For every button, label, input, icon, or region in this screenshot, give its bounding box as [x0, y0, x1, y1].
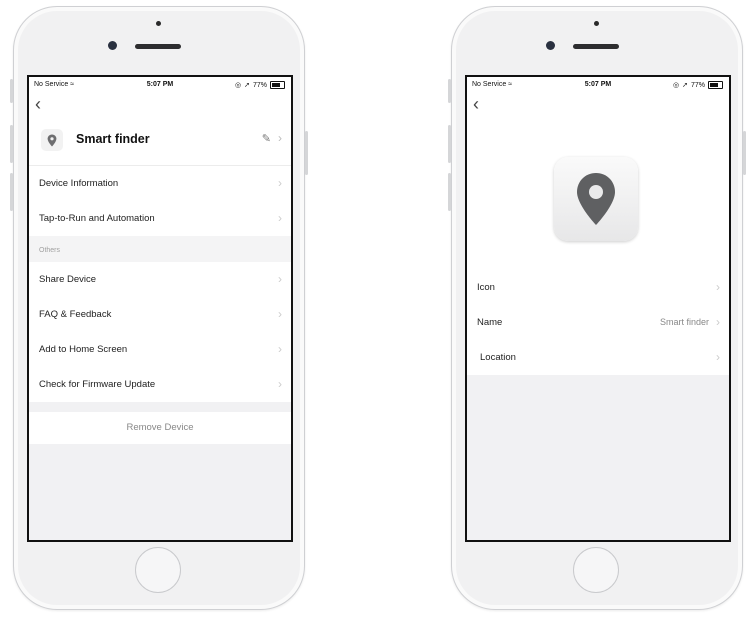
nav-bar: ‹ [29, 93, 291, 115]
earpiece-speaker [135, 44, 181, 49]
front-camera [546, 41, 555, 50]
list-item-label: FAQ & Feedback [39, 309, 112, 320]
battery-percent: 77% [252, 81, 267, 89]
screen-left: No Service ≈ 5:07 PM ◎ ➚ 77% ‹ Smart fin… [27, 75, 293, 542]
device-name-value: Smart finder [659, 317, 709, 327]
device-icon-area [467, 115, 729, 270]
chevron-right-icon: › [278, 272, 282, 286]
chevron-right-icon: › [278, 176, 282, 190]
list-item-label: Location [480, 352, 516, 363]
proximity-sensor [156, 21, 161, 26]
chevron-right-icon: › [278, 342, 282, 356]
home-button[interactable] [135, 547, 181, 593]
nav-bar: ‹ [467, 93, 729, 115]
list-item-firmware-update[interactable]: Check for Firmware Update › [29, 367, 291, 402]
status-bar: No Service ≈ 5:07 PM ◎ ➚ 77% [29, 77, 291, 93]
phone-right: No Service ≈ 5:07 PM ◎ ➚ 77% ‹ Icon › Na… [448, 6, 746, 610]
chevron-right-icon: › [278, 131, 282, 145]
battery-icon [708, 81, 723, 89]
list-item-faq-feedback[interactable]: FAQ & Feedback › [29, 297, 291, 332]
list-item-device-information[interactable]: Device Information › [29, 166, 291, 201]
power-button [743, 131, 746, 175]
chevron-right-icon: › [716, 315, 720, 329]
location-arrow-icon: ➚ [244, 82, 250, 89]
proximity-sensor [594, 21, 599, 26]
lock-rotation-icon: ◎ [235, 82, 242, 89]
device-name: Smart finder [76, 132, 150, 146]
list-item-share-device[interactable]: Share Device › [29, 262, 291, 297]
location-arrow-icon: ➚ [682, 82, 688, 89]
battery-percent: 77% [690, 81, 705, 89]
device-header[interactable]: Smart finder ✎ › [29, 115, 291, 166]
chevron-right-icon: › [716, 350, 720, 364]
list-item-add-to-home-screen[interactable]: Add to Home Screen › [29, 332, 291, 367]
chevron-right-icon: › [716, 280, 720, 294]
back-arrow-icon[interactable]: ‹ [473, 93, 479, 115]
lock-rotation-icon: ◎ [673, 82, 680, 89]
list-item-label: Add to Home Screen [39, 344, 128, 355]
list-item-label: Icon [477, 282, 495, 293]
back-arrow-icon[interactable]: ‹ [35, 93, 41, 115]
list-item-name[interactable]: Name Smart finder › [467, 305, 729, 340]
chevron-right-icon: › [278, 377, 282, 391]
pencil-icon[interactable]: ✎ [262, 132, 271, 145]
list-item-label: Tap-to-Run and Automation [39, 213, 155, 224]
spacer [29, 402, 291, 412]
location-pin-icon[interactable] [554, 157, 638, 241]
chevron-right-icon: › [278, 307, 282, 321]
volume-up-button [10, 125, 13, 163]
battery-icon [270, 81, 285, 89]
list-item-tap-to-run[interactable]: Tap-to-Run and Automation › [29, 201, 291, 236]
list-item-label: Share Device [39, 274, 97, 285]
list-item-icon[interactable]: Icon › [467, 270, 729, 305]
phone-left: No Service ≈ 5:07 PM ◎ ➚ 77% ‹ Smart fin… [10, 6, 308, 610]
list-item-label: Check for Firmware Update [39, 379, 156, 390]
mute-switch [10, 79, 13, 103]
screen-right: No Service ≈ 5:07 PM ◎ ➚ 77% ‹ Icon › Na… [465, 75, 731, 542]
section-header-others: Others [29, 236, 291, 262]
list-item-label: Device Information [39, 178, 119, 189]
home-button[interactable] [573, 547, 619, 593]
list-item-label: Name [477, 317, 503, 328]
front-camera [108, 41, 117, 50]
chevron-right-icon: › [278, 211, 282, 225]
power-button [305, 131, 308, 175]
volume-up-button [448, 125, 451, 163]
volume-down-button [10, 173, 13, 211]
location-pin-icon [41, 129, 63, 151]
remove-device-button[interactable]: Remove Device [29, 412, 291, 444]
volume-down-button [448, 173, 451, 211]
list-item-location[interactable]: Location › [467, 340, 729, 375]
status-bar: No Service ≈ 5:07 PM ◎ ➚ 77% [467, 77, 729, 93]
earpiece-speaker [573, 44, 619, 49]
mute-switch [448, 79, 451, 103]
